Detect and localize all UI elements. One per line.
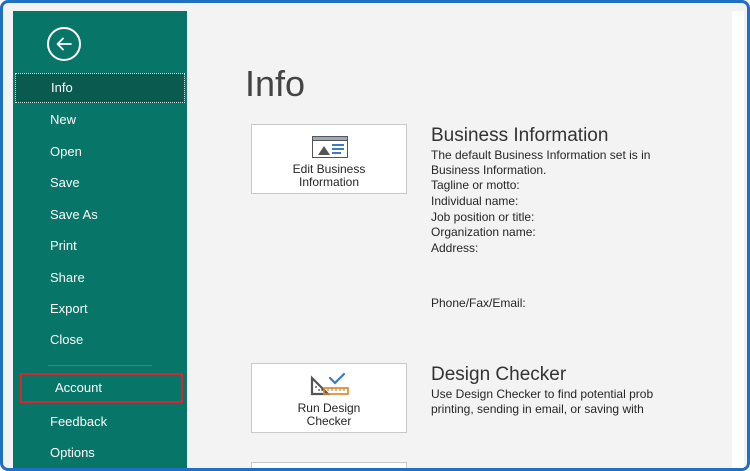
field-phone-fax-email: Phone/Fax/Email: <box>431 296 526 310</box>
design-checker-desc-line2: printing, sending in email, or saving wi… <box>431 402 644 416</box>
field-organization-name: Organization name: <box>431 225 536 239</box>
edit-business-label-line2: Information <box>298 175 360 189</box>
back-arrow-icon <box>56 37 72 51</box>
nav-item-close[interactable]: Close <box>15 325 185 355</box>
edit-business-info-button[interactable]: Edit Business Information <box>251 124 407 194</box>
design-checker-desc-line1: Use Design Checker to find potential pro… <box>431 387 654 401</box>
backstage-sidebar: Info New Open Save Save As Print Share E… <box>13 11 187 468</box>
app-window: Info New Open Save Save As Print Share E… <box>0 0 750 471</box>
back-button[interactable] <box>47 27 81 61</box>
nav-item-save-as[interactable]: Save As <box>15 200 185 230</box>
nav-divider <box>48 365 152 366</box>
run-design-label-line2: Checker <box>306 414 352 428</box>
business-info-icon <box>312 136 348 158</box>
nav-item-options[interactable]: Options <box>15 438 185 468</box>
business-info-title: Business Information <box>431 125 609 146</box>
nav-item-share[interactable]: Share <box>15 263 185 293</box>
design-checker-icon <box>310 372 349 396</box>
nav-item-save[interactable]: Save <box>15 168 185 198</box>
field-individual-name: Individual name: <box>431 194 519 208</box>
field-address: Address: <box>431 241 479 255</box>
business-info-desc-line1: The default Business Information set is … <box>431 148 651 162</box>
next-action-button[interactable] <box>251 462 407 468</box>
nav-item-new[interactable]: New <box>15 105 185 135</box>
field-tagline: Tagline or motto: <box>431 178 520 192</box>
nav-item-info[interactable]: Info <box>15 73 185 103</box>
nav-item-print[interactable]: Print <box>15 231 185 261</box>
nav-item-open[interactable]: Open <box>15 137 185 167</box>
field-job-position: Job position or title: <box>431 210 535 224</box>
run-design-checker-button[interactable]: Run Design Checker <box>251 363 407 433</box>
nav-item-account[interactable]: Account <box>20 373 183 403</box>
business-info-desc-line2: Business Information. <box>431 163 547 177</box>
design-checker-title: Design Checker <box>431 364 567 385</box>
nav-item-export[interactable]: Export <box>15 294 185 324</box>
page-title: Info <box>245 63 306 104</box>
info-content: Info Edit Business Information Business … <box>187 11 732 468</box>
nav-item-feedback[interactable]: Feedback <box>15 407 185 437</box>
window-edge <box>732 11 744 468</box>
